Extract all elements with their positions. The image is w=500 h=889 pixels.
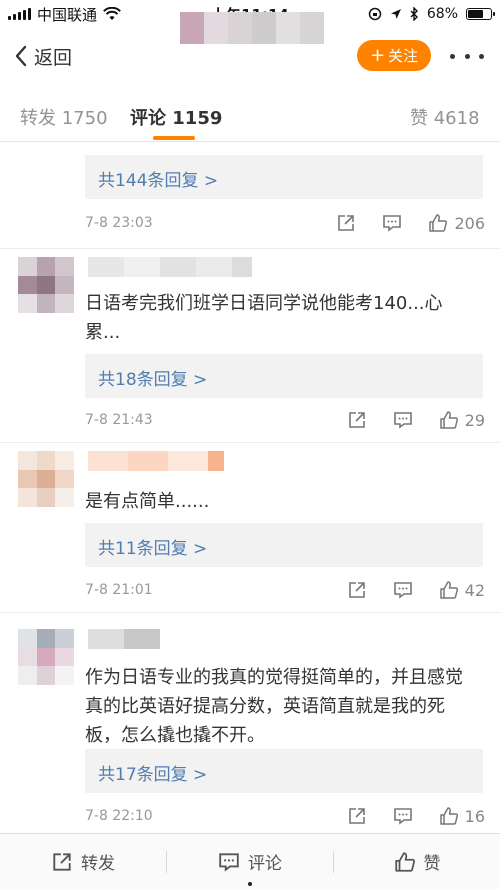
comment-icon — [219, 852, 239, 872]
username-blurred[interactable] — [88, 257, 252, 277]
comment-text: 是有点简单...... — [85, 491, 210, 512]
toolbar-comment-label: 评论 — [248, 854, 282, 874]
back-button[interactable]: 返回 — [14, 43, 72, 70]
share-icon — [338, 215, 355, 231]
comment-meta: 7-8 23:03 206 — [85, 211, 485, 235]
comment-time: 7-8 22:10 — [85, 808, 153, 824]
rotation-lock-icon — [368, 7, 382, 21]
toolbar-like-label: 赞 — [423, 854, 441, 874]
bluetooth-icon — [410, 7, 418, 21]
battery-fill — [468, 10, 483, 18]
status-right: 68% — [312, 6, 495, 22]
tab-active-indicator — [153, 136, 195, 140]
status-left: 中国联通 — [8, 4, 188, 25]
thumbs-up-icon — [439, 581, 458, 599]
toolbar-repost-label: 转发 — [81, 854, 115, 874]
signal-icon — [8, 8, 31, 20]
comment-time: 7-8 21:01 — [85, 582, 153, 598]
comment-actions: 42 — [347, 580, 485, 600]
bottom-toolbar: 转发 评论 赞 — [0, 833, 500, 889]
more-dots-icon — [450, 53, 455, 59]
reply-count-link[interactable]: 共17条回复 > — [85, 749, 483, 793]
battery-percent: 68% — [426, 6, 458, 22]
wifi-icon — [103, 7, 121, 20]
comment-item: 是有点简单...... 共11条回复 > 7-8 21:01 42 — [0, 443, 500, 613]
comment-meta: 7-8 22:10 16 — [85, 804, 485, 828]
plus-icon: + — [369, 45, 386, 66]
like-button[interactable] — [439, 410, 459, 430]
comment-time: 7-8 21:43 — [85, 412, 153, 428]
toolbar-repost-button[interactable]: 转发 — [0, 834, 166, 889]
share-icon — [348, 412, 365, 428]
battery-icon — [466, 8, 495, 20]
comment-actions: 206 — [336, 213, 485, 233]
carrier-label: 中国联通 — [37, 5, 98, 24]
comment-actions: 16 — [347, 806, 485, 826]
reply-count-link[interactable]: 共11条回复 > — [85, 523, 483, 567]
more-button[interactable] — [450, 44, 484, 68]
reply-button[interactable] — [393, 806, 413, 826]
like-button[interactable] — [428, 213, 448, 233]
reply-count-link[interactable]: 共144条回复 > — [85, 155, 483, 199]
like-count: 29 — [464, 410, 485, 430]
comment-icon — [393, 808, 412, 825]
back-label: 返回 — [34, 46, 73, 69]
comment-meta: 7-8 21:01 42 — [85, 578, 485, 602]
comment-icon — [393, 582, 412, 599]
comment-item: 共144条回复 > 7-8 23:03 206 — [0, 143, 500, 249]
like-count: 16 — [464, 806, 485, 826]
comment-list: 共144条回复 > 7-8 23:03 206 日语考完我们班学日语同学说他能考… — [0, 143, 500, 833]
comment-icon — [393, 412, 412, 429]
follow-label: 关注 — [388, 47, 419, 65]
comment-item: 作为日语专业的我真的觉得挺简单的，并且感觉真的比英语好提高分数，英语简直就是我的… — [0, 613, 500, 833]
reply-button[interactable] — [382, 213, 402, 233]
like-button[interactable] — [439, 580, 459, 600]
like-count: 42 — [464, 580, 485, 600]
like-button[interactable] — [439, 806, 459, 826]
follow-button[interactable]: + 关注 — [357, 40, 431, 71]
thumbs-up-icon — [439, 807, 458, 825]
thumbs-up-icon — [439, 411, 458, 429]
reply-button[interactable] — [393, 410, 413, 430]
share-button[interactable] — [347, 410, 367, 430]
like-count: 206 — [454, 213, 485, 233]
reply-button[interactable] — [393, 580, 413, 600]
thumbs-up-icon — [394, 851, 415, 872]
location-icon — [390, 9, 401, 19]
share-icon — [348, 582, 365, 598]
share-button[interactable] — [347, 806, 367, 826]
comment-time: 7-8 23:03 — [85, 215, 153, 231]
comment-text: 作为日语专业的我真的觉得挺简单的，并且感觉真的比英语好提高分数，英语简直就是我的… — [85, 667, 463, 746]
share-icon — [348, 808, 365, 824]
comment-icon — [383, 215, 402, 232]
share-button[interactable] — [336, 213, 356, 233]
page-title-blurred — [180, 12, 324, 44]
share-button[interactable] — [347, 580, 367, 600]
reply-count-link[interactable]: 共18条回复 > — [85, 354, 483, 398]
comment-text: 日语考完我们班学日语同学说他能考140...心累... — [85, 293, 443, 343]
avatar[interactable] — [18, 451, 74, 507]
repost-icon — [53, 852, 71, 871]
tab-comment[interactable]: 评论 1159 — [130, 104, 222, 130]
thumbs-up-icon — [429, 214, 448, 232]
home-indicator — [248, 882, 252, 886]
avatar[interactable] — [18, 629, 74, 685]
username-blurred[interactable] — [88, 629, 160, 649]
back-chevron-icon — [15, 45, 27, 67]
comment-meta: 7-8 21:43 29 — [85, 408, 485, 432]
avatar[interactable] — [18, 257, 74, 313]
tab-like[interactable]: 赞 4618 — [410, 104, 480, 130]
toolbar-comment-button[interactable]: 评论 — [167, 834, 333, 889]
tab-repost[interactable]: 转发 1750 — [20, 104, 108, 130]
comment-actions: 29 — [347, 410, 485, 430]
comment-item: 日语考完我们班学日语同学说他能考140...心累... 共18条回复 > 7-8… — [0, 249, 500, 443]
toolbar-like-button[interactable]: 赞 — [334, 834, 500, 889]
username-blurred[interactable] — [88, 451, 224, 471]
tab-bar: 转发 1750 评论 1159 赞 4618 — [0, 88, 500, 142]
